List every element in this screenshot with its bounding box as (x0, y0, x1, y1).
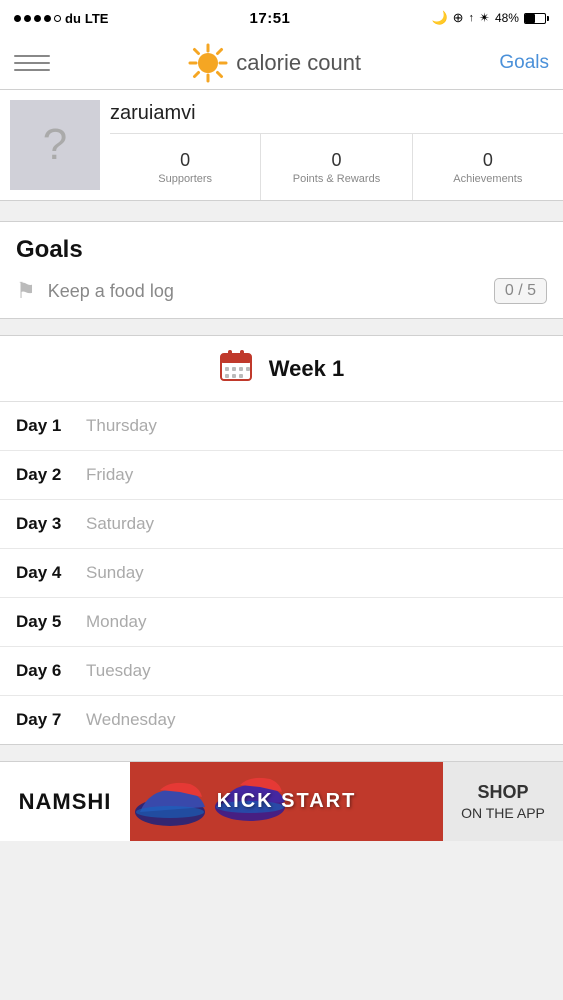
network-label: LTE (85, 11, 109, 26)
points-value: 0 (331, 150, 341, 171)
goals-section: Goals ⚑ Keep a food log 0 / 5 (0, 221, 563, 319)
goal-left: ⚑ Keep a food log (16, 278, 174, 304)
ad-brand-label: NAMSHI (19, 789, 112, 815)
supporters-stat[interactable]: 0 Supporters (110, 134, 261, 200)
table-row[interactable]: Day 3 Saturday (0, 500, 563, 549)
ad-cta: SHOP ON THE APP (443, 762, 563, 841)
status-left: du LTE (14, 11, 108, 26)
dot-1 (14, 15, 21, 22)
menu-line-3 (14, 69, 50, 71)
menu-button[interactable] (14, 45, 50, 81)
day-label-2: Day 2 (16, 465, 86, 485)
supporters-value: 0 (180, 150, 190, 171)
time-display: 17:51 (250, 10, 291, 27)
section-gap-1 (0, 201, 563, 221)
table-row[interactable]: Day 7 Wednesday (0, 696, 563, 744)
dot-4 (44, 15, 51, 22)
table-row[interactable]: Day 1 Thursday (0, 402, 563, 451)
supporters-label: Supporters (158, 173, 212, 185)
day-label-7: Day 7 (16, 710, 86, 730)
calendar-svg-icon (219, 348, 253, 382)
location-icon: ⊕ (453, 10, 464, 26)
day-name-1: Thursday (86, 416, 157, 436)
logo-sun-icon (188, 43, 228, 83)
goal-text: Keep a food log (48, 281, 174, 302)
table-row[interactable]: Day 4 Sunday (0, 549, 563, 598)
ad-brand: NAMSHI (0, 762, 130, 841)
ad-headline: KICK START (217, 790, 357, 813)
stats-row: 0 Supporters 0 Points & Rewards 0 Achiev… (110, 133, 563, 200)
calendar-icon (219, 348, 253, 389)
ad-shop-label: SHOP (477, 782, 528, 803)
points-label: Points & Rewards (293, 173, 380, 185)
day-name-2: Friday (86, 465, 133, 485)
flag-icon: ⚑ (16, 278, 36, 304)
avatar: ? (10, 100, 100, 190)
day-label-4: Day 4 (16, 563, 86, 583)
day-name-3: Saturday (86, 514, 154, 534)
profile-section: ? zaruiamvi 0 Supporters 0 Points & Rewa… (0, 90, 563, 201)
day-label-6: Day 6 (16, 661, 86, 681)
avatar-placeholder-icon: ? (43, 120, 67, 170)
table-row[interactable]: Day 5 Monday (0, 598, 563, 647)
week-section: Week 1 Day 1 Thursday Day 2 Friday Day 3… (0, 335, 563, 745)
menu-line-2 (14, 62, 50, 64)
ad-middle: KICK START (130, 762, 443, 841)
goal-progress: 0 / 5 (494, 278, 547, 304)
battery-pct: 48% (495, 11, 519, 25)
profile-info: zaruiamvi 0 Supporters 0 Points & Reward… (110, 90, 563, 200)
week-title: Week 1 (269, 356, 344, 382)
achievements-label: Achievements (453, 173, 522, 185)
status-right: 🌙 ⊕ ↑ ✴ 48% (431, 10, 549, 26)
username-label: zaruiamvi (110, 90, 563, 133)
ad-on-app-label: ON THE APP (461, 805, 545, 821)
nav-bar: calorie count Goals (0, 36, 563, 90)
arrow-icon: ↑ (469, 12, 475, 24)
achievements-value: 0 (483, 150, 493, 171)
table-row[interactable]: Day 2 Friday (0, 451, 563, 500)
week-header: Week 1 (0, 336, 563, 402)
goals-title: Goals (16, 236, 547, 264)
goals-nav-button[interactable]: Goals (499, 52, 549, 74)
menu-line-1 (14, 55, 50, 57)
day-name-5: Monday (86, 612, 146, 632)
table-row[interactable]: Day 6 Tuesday (0, 647, 563, 696)
ad-banner[interactable]: NAMSHI KICK START SHOP ON THE APP (0, 761, 563, 841)
carrier-label: du (65, 11, 81, 26)
app-logo: calorie count (188, 43, 361, 83)
dot-2 (24, 15, 31, 22)
battery-icon (524, 13, 549, 24)
day-name-4: Sunday (86, 563, 144, 583)
moon-icon: 🌙 (431, 10, 447, 26)
achievements-stat[interactable]: 0 Achievements (413, 134, 563, 200)
dot-3 (34, 15, 41, 22)
day-label-5: Day 5 (16, 612, 86, 632)
status-bar: du LTE 17:51 🌙 ⊕ ↑ ✴ 48% (0, 0, 563, 36)
day-label-3: Day 3 (16, 514, 86, 534)
signal-dots (14, 15, 61, 22)
dot-5 (54, 15, 61, 22)
day-name-7: Wednesday (86, 710, 175, 730)
day-label-1: Day 1 (16, 416, 86, 436)
points-rewards-stat[interactable]: 0 Points & Rewards (261, 134, 412, 200)
goal-item[interactable]: ⚑ Keep a food log 0 / 5 (16, 278, 547, 304)
app-name: calorie count (236, 50, 361, 76)
bluetooth-icon: ✴ (479, 10, 490, 26)
day-name-6: Tuesday (86, 661, 151, 681)
